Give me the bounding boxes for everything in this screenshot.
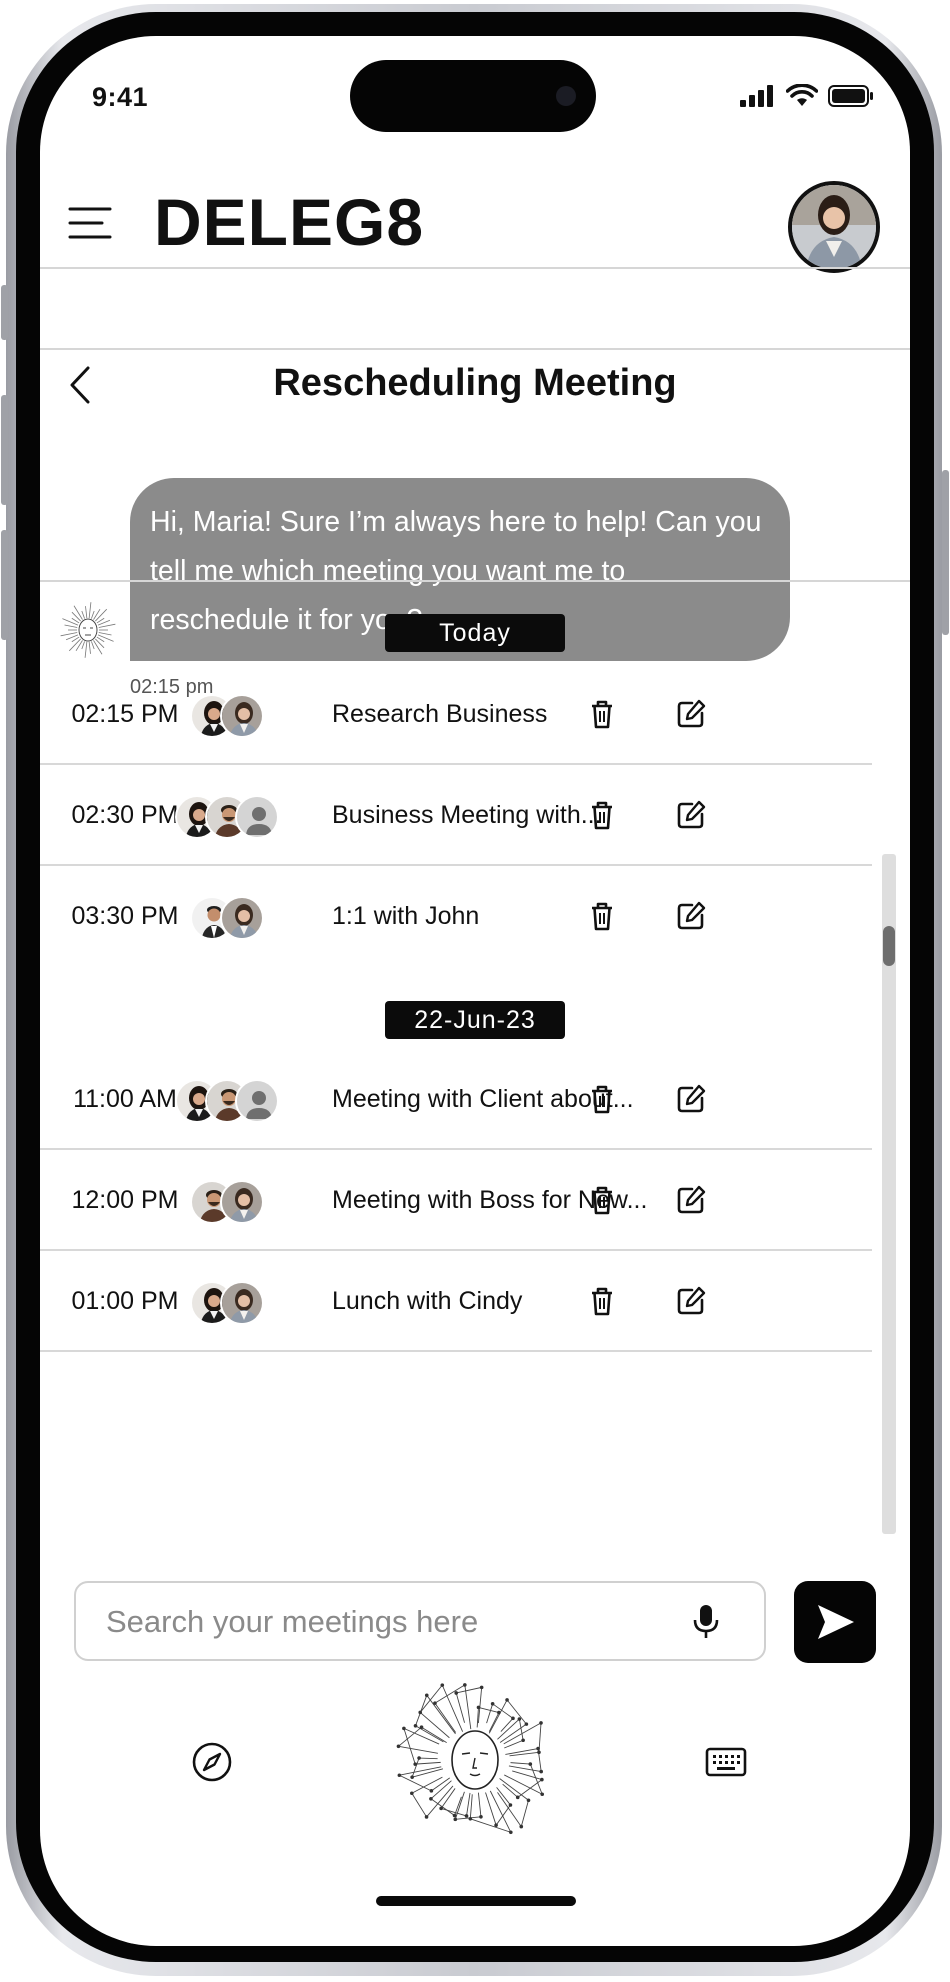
- meeting-title: Meeting with Boss for New...: [332, 1186, 648, 1214]
- title-divider: [40, 348, 910, 350]
- page-title: Rescheduling Meeting: [273, 362, 677, 404]
- camera-icon: [556, 86, 576, 106]
- meeting-title: Research Business: [332, 700, 548, 728]
- edit-pencil-icon[interactable]: [671, 896, 711, 936]
- meeting-row[interactable]: 02:30 PM Business Meeting with...: [40, 765, 872, 866]
- send-button[interactable]: [794, 1581, 876, 1663]
- keyboard-icon[interactable]: [704, 1742, 748, 1782]
- meeting-time: 01:00 PM: [71, 1287, 179, 1315]
- edit-pencil-icon[interactable]: [671, 694, 711, 734]
- meeting-title: Lunch with Cindy: [332, 1287, 523, 1315]
- compass-icon[interactable]: [190, 1740, 234, 1784]
- participant-avatars: [175, 795, 285, 839]
- header-divider: [40, 267, 910, 269]
- microphone-icon[interactable]: [686, 1601, 726, 1641]
- side-button-right: [942, 470, 949, 635]
- side-button-left-2: [1, 395, 8, 505]
- side-button-left-1: [1, 285, 8, 340]
- delete-trash-icon[interactable]: [582, 1079, 622, 1119]
- delete-trash-icon[interactable]: [582, 694, 622, 734]
- meeting-time: 03:30 PM: [71, 902, 179, 930]
- scrollbar-thumb[interactable]: [883, 926, 895, 966]
- wifi-icon: [786, 84, 818, 106]
- participant-avatars: [175, 1079, 285, 1123]
- delete-trash-icon[interactable]: [582, 896, 622, 936]
- edit-pencil-icon[interactable]: [671, 1180, 711, 1220]
- participant-avatar: [220, 896, 264, 940]
- ai-assistant-orb-icon[interactable]: [390, 1676, 560, 1846]
- status-time: 9:41: [92, 82, 149, 112]
- edit-pencil-icon[interactable]: [671, 795, 711, 835]
- meeting-time: 12:00 PM: [71, 1186, 179, 1214]
- status-icons: [740, 84, 874, 108]
- cellular-signal-icon: [740, 85, 773, 107]
- profile-avatar[interactable]: [788, 181, 880, 273]
- message-divider: [40, 580, 910, 582]
- meeting-title: Business Meeting with...: [332, 801, 602, 829]
- meeting-title: Meeting with Client about...: [332, 1085, 634, 1113]
- send-arrow-icon: [818, 1605, 854, 1639]
- meeting-row[interactable]: 11:00 AM Meeting with Client about...: [40, 1049, 872, 1150]
- participant-avatar: [220, 1180, 264, 1224]
- menu-icon[interactable]: [68, 206, 112, 240]
- participant-avatar: [235, 795, 279, 839]
- battery-icon: [828, 85, 873, 107]
- participant-avatar: [235, 1079, 279, 1123]
- delete-trash-icon[interactable]: [582, 795, 622, 835]
- participant-avatars: [190, 896, 300, 940]
- participant-avatars: [190, 694, 300, 738]
- date-chip-date: 22-Jun-23: [385, 1001, 565, 1039]
- delete-trash-icon[interactable]: [582, 1281, 622, 1321]
- date-chip-today: Today: [385, 614, 565, 652]
- bot-avatar-icon: [60, 602, 116, 658]
- meeting-row[interactable]: 01:00 PM Lunch with Cindy: [40, 1251, 872, 1352]
- search-input[interactable]: [104, 1583, 668, 1661]
- meeting-title: 1:1 with John: [332, 902, 480, 930]
- row-divider: [40, 1350, 872, 1352]
- side-button-left-3: [1, 530, 8, 640]
- app-screen: 9:41 DELEG8 Rescheduling Meeting Hi, Mar…: [40, 36, 910, 1946]
- app-title: DELEG8: [154, 185, 425, 259]
- meeting-row[interactable]: 12:00 PM Meeting with Boss for New...: [40, 1150, 872, 1251]
- meeting-row[interactable]: 02:15 PM Research Business: [40, 664, 872, 765]
- participant-avatars: [190, 1281, 300, 1325]
- participant-avatar: [220, 694, 264, 738]
- meeting-row[interactable]: 03:30 PM 1:1 with John: [40, 866, 872, 966]
- home-indicator[interactable]: [376, 1896, 576, 1906]
- meeting-time: 02:15 PM: [71, 700, 179, 728]
- search-field[interactable]: [74, 1581, 766, 1661]
- edit-pencil-icon[interactable]: [671, 1079, 711, 1119]
- edit-pencil-icon[interactable]: [671, 1281, 711, 1321]
- participant-avatars: [190, 1180, 300, 1224]
- participant-avatar: [220, 1281, 264, 1325]
- profile-photo: [792, 185, 876, 269]
- delete-trash-icon[interactable]: [582, 1180, 622, 1220]
